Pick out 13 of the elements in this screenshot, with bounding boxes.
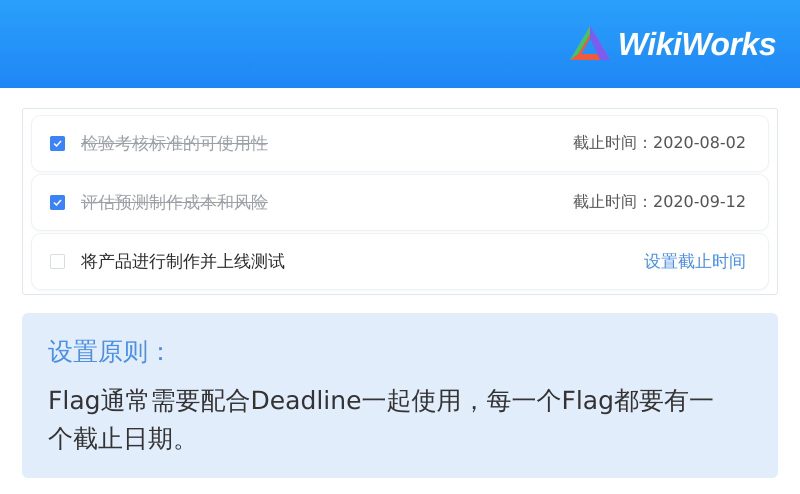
note-text: Flag通常需要配合Deadline一起使用，每一个Flag都要有一个截止日期。	[48, 385, 715, 455]
deadline-text: 截止时间：2020-09-12	[573, 192, 746, 213]
check-icon	[53, 199, 62, 206]
task-title: 检验考核标准的可使用性	[81, 133, 269, 155]
set-deadline-link[interactable]: 设置截止时间	[644, 250, 746, 273]
task-title: 评估预测制作成本和风险	[81, 192, 269, 214]
logo-text: WikiWorks	[618, 26, 776, 62]
task-title: 将产品进行制作并上线测试	[81, 251, 286, 273]
checkbox[interactable]	[50, 136, 65, 151]
check-icon	[53, 140, 62, 147]
deadline-text: 截止时间：2020-08-02	[573, 133, 746, 154]
note-title: 设置原则：	[48, 336, 174, 368]
checkbox[interactable]	[50, 195, 65, 210]
